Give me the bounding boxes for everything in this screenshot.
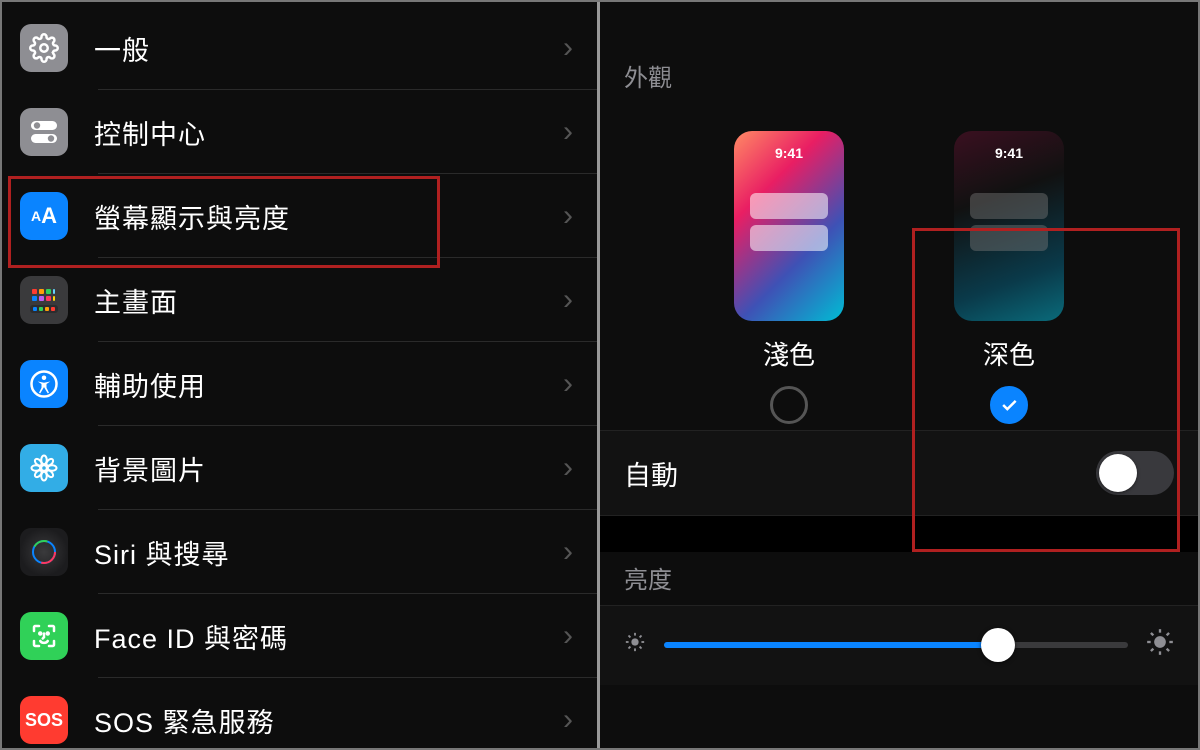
preview-widget <box>750 225 828 251</box>
appearance-chooser: 9:41 淺色 9:41 深色 <box>600 103 1198 430</box>
chevron-right-icon: › <box>563 535 573 569</box>
settings-row-label: 螢幕顯示與亮度 <box>94 197 563 236</box>
settings-row-label: Face ID 與密碼 <box>94 617 563 656</box>
chevron-right-icon: › <box>563 367 573 401</box>
auto-label: 自動 <box>624 454 678 493</box>
accessibility-icon <box>20 360 68 408</box>
settings-row-label: 一般 <box>94 29 563 68</box>
appearance-preview-light: 9:41 <box>734 131 844 321</box>
settings-list-pane: 一般 › 控制中心 › AA 螢幕顯示與亮度 › <box>2 2 600 748</box>
auto-appearance-row[interactable]: 自動 <box>600 430 1198 516</box>
settings-row-wallpaper[interactable]: 背景圖片 › <box>2 426 597 510</box>
chevron-right-icon: › <box>563 619 573 653</box>
settings-row-label: 背景圖片 <box>94 449 563 488</box>
chevron-right-icon: › <box>563 31 573 65</box>
section-spacer <box>600 516 1198 552</box>
settings-row-siri[interactable]: Siri 與搜尋 › <box>2 510 597 594</box>
preview-widget <box>970 225 1048 251</box>
siri-icon <box>20 528 68 576</box>
settings-row-general[interactable]: 一般 › <box>2 6 597 90</box>
brightness-row <box>600 605 1198 685</box>
settings-row-label: 控制中心 <box>94 113 563 152</box>
appearance-label-light: 淺色 <box>763 335 815 372</box>
settings-list: 一般 › 控制中心 › AA 螢幕顯示與亮度 › <box>2 2 597 748</box>
preview-widget <box>970 193 1048 219</box>
chevron-right-icon: › <box>563 199 573 233</box>
toggles-icon <box>20 108 68 156</box>
settings-row-label: SOS 緊急服務 <box>94 701 563 740</box>
section-title-appearance: 外觀 <box>600 2 1198 103</box>
home-grid-icon <box>20 276 68 324</box>
settings-row-face-id[interactable]: Face ID 與密碼 › <box>2 594 597 678</box>
chevron-right-icon: › <box>563 703 573 737</box>
chevron-right-icon: › <box>563 451 573 485</box>
settings-row-home-screen[interactable]: 主畫面 › <box>2 258 597 342</box>
appearance-option-light[interactable]: 9:41 淺色 <box>734 131 844 424</box>
display-brightness-pane: 外觀 9:41 淺色 9:41 深色 <box>600 2 1198 748</box>
settings-row-label: 輔助使用 <box>94 365 563 404</box>
switch-knob <box>1099 454 1137 492</box>
appearance-preview-dark: 9:41 <box>954 131 1064 321</box>
sos-text: SOS <box>25 710 63 731</box>
radio-dark[interactable] <box>990 386 1028 424</box>
section-title-brightness: 亮度 <box>600 552 1198 605</box>
preview-widget <box>750 193 828 219</box>
gear-icon <box>20 24 68 72</box>
flower-icon <box>20 444 68 492</box>
settings-row-accessibility[interactable]: 輔助使用 › <box>2 342 597 426</box>
preview-time: 9:41 <box>954 145 1064 161</box>
face-id-icon <box>20 612 68 660</box>
settings-row-control-center[interactable]: 控制中心 › <box>2 90 597 174</box>
appearance-option-dark[interactable]: 9:41 深色 <box>954 131 1064 424</box>
preview-time: 9:41 <box>734 145 844 161</box>
appearance-label-dark: 深色 <box>983 335 1035 372</box>
sun-small-icon <box>624 631 646 658</box>
brightness-slider[interactable] <box>664 642 1128 648</box>
settings-row-sos[interactable]: SOS SOS 緊急服務 › <box>2 678 597 748</box>
settings-row-label: 主畫面 <box>94 281 563 320</box>
auto-switch[interactable] <box>1096 451 1174 495</box>
settings-row-display-brightness[interactable]: AA 螢幕顯示與亮度 › <box>2 174 597 258</box>
radio-light[interactable] <box>770 386 808 424</box>
slider-thumb[interactable] <box>981 628 1015 662</box>
text-size-icon: AA <box>20 192 68 240</box>
slider-fill <box>664 642 998 648</box>
settings-row-label: Siri 與搜尋 <box>94 533 563 572</box>
chevron-right-icon: › <box>563 283 573 317</box>
sun-large-icon <box>1146 628 1174 661</box>
sos-icon: SOS <box>20 696 68 744</box>
chevron-right-icon: › <box>563 115 573 149</box>
